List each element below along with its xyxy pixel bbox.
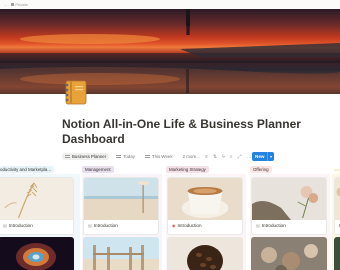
card-image-flowers[interactable] <box>251 237 327 270</box>
card-title: ▤ Introduction <box>256 223 286 228</box>
card-title-text: Introduction <box>93 223 118 228</box>
group-header[interactable]: Offering <box>250 165 330 174</box>
card-title: ◉ Introduction <box>172 223 202 228</box>
tab-label: 2 more... <box>182 154 200 159</box>
document-icon: ▤ <box>88 223 92 228</box>
card-management[interactable]: ▤ Introduction <box>83 177 159 235</box>
document-icon: ▤ <box>3 223 7 228</box>
coffee-beans-image <box>167 237 243 270</box>
group-header[interactable] <box>334 165 340 174</box>
card-offering[interactable]: ▤ Introduction <box>251 177 327 235</box>
group-tag: Management <box>82 166 114 173</box>
chevron-down-icon[interactable]: ▾ <box>267 152 274 161</box>
card-image-beach-fence[interactable] <box>83 237 159 270</box>
card-cover-image <box>168 178 242 220</box>
tab-label: Today <box>123 154 135 159</box>
group-header[interactable]: Marketing Strategy <box>166 165 246 174</box>
expand-icon[interactable]: ⤢ <box>238 154 242 160</box>
card-cover-image <box>0 178 73 220</box>
cover-image[interactable] <box>0 9 340 94</box>
lock-icon <box>11 3 15 6</box>
beach-fence-image <box>83 237 159 270</box>
sunset-beach-scene <box>0 9 340 94</box>
card-image-coffee[interactable] <box>167 237 243 270</box>
document-icon: ▤ <box>256 223 260 228</box>
list-view-icon <box>116 155 122 158</box>
card-title: ▤ Introduction <box>3 223 33 228</box>
notebook-icon[interactable] <box>62 78 90 106</box>
tab-today[interactable]: Today <box>113 153 138 160</box>
more-icon[interactable]: … <box>247 154 252 160</box>
privacy-label: Private <box>15 2 28 7</box>
board-view-icon <box>65 155 70 158</box>
nebula-image <box>0 237 74 270</box>
card-title-text: Introduction <box>8 223 33 228</box>
sort-icon[interactable]: ⇅ <box>213 154 217 160</box>
new-button-label: New <box>255 154 265 159</box>
group-tag: oductivity and Marketpla... <box>0 166 55 173</box>
lightning-icon[interactable]: ϟ <box>222 154 225 160</box>
card-title: ▤ Introduction <box>88 223 118 228</box>
target-icon: ◉ <box>172 223 176 228</box>
group-tag: Offering <box>250 166 272 173</box>
card-cover-image <box>84 178 158 220</box>
tab-this-week[interactable]: This Week <box>142 153 176 160</box>
card-partial[interactable]: I <box>334 177 340 235</box>
database-toolbar: ≡ ⇅ ϟ ⌕ ⤢ … <box>205 152 252 162</box>
card-image-partial[interactable] <box>334 237 340 270</box>
card-cover-image <box>252 178 326 220</box>
privacy-indicator[interactable]: Private <box>11 2 28 7</box>
tab-label: Business Planner <box>72 154 107 159</box>
view-tabs: Business Planner Today This Week 2 more.… <box>62 151 203 162</box>
group-header[interactable]: Management <box>82 165 162 174</box>
card-cover-image <box>335 178 340 220</box>
search-icon[interactable]: ⌕ <box>230 154 233 160</box>
partial-image <box>334 237 340 270</box>
board-view: oductivity and Marketpla... Management M… <box>0 165 340 270</box>
tab-business-planner[interactable]: Business Planner <box>62 153 110 160</box>
group-tag: Marketing Strategy <box>166 166 209 173</box>
tab-label: This Week <box>151 154 173 159</box>
card-marketing-strategy[interactable]: ◉ Introduction <box>167 177 243 235</box>
breadcrumb[interactable]: ... <box>4 2 7 7</box>
group-tag <box>334 168 340 171</box>
card-title-text: Introduction <box>261 223 286 228</box>
card-image-nebula[interactable] <box>0 237 74 270</box>
filter-icon[interactable]: ≡ <box>205 154 208 160</box>
flowers-image <box>251 237 327 270</box>
new-button[interactable]: New ▾ <box>252 152 274 161</box>
card-productivity[interactable]: ▤ Introduction <box>0 177 74 235</box>
page-title[interactable]: Notion All-in-One Life & Business Planne… <box>62 117 302 147</box>
tab-more-views[interactable]: 2 more... <box>180 153 203 160</box>
group-header[interactable]: oductivity and Marketpla... <box>0 165 80 174</box>
list-view-icon <box>144 155 150 158</box>
top-bar: ... Private <box>0 0 340 9</box>
card-title-text: Introduction <box>177 223 202 228</box>
